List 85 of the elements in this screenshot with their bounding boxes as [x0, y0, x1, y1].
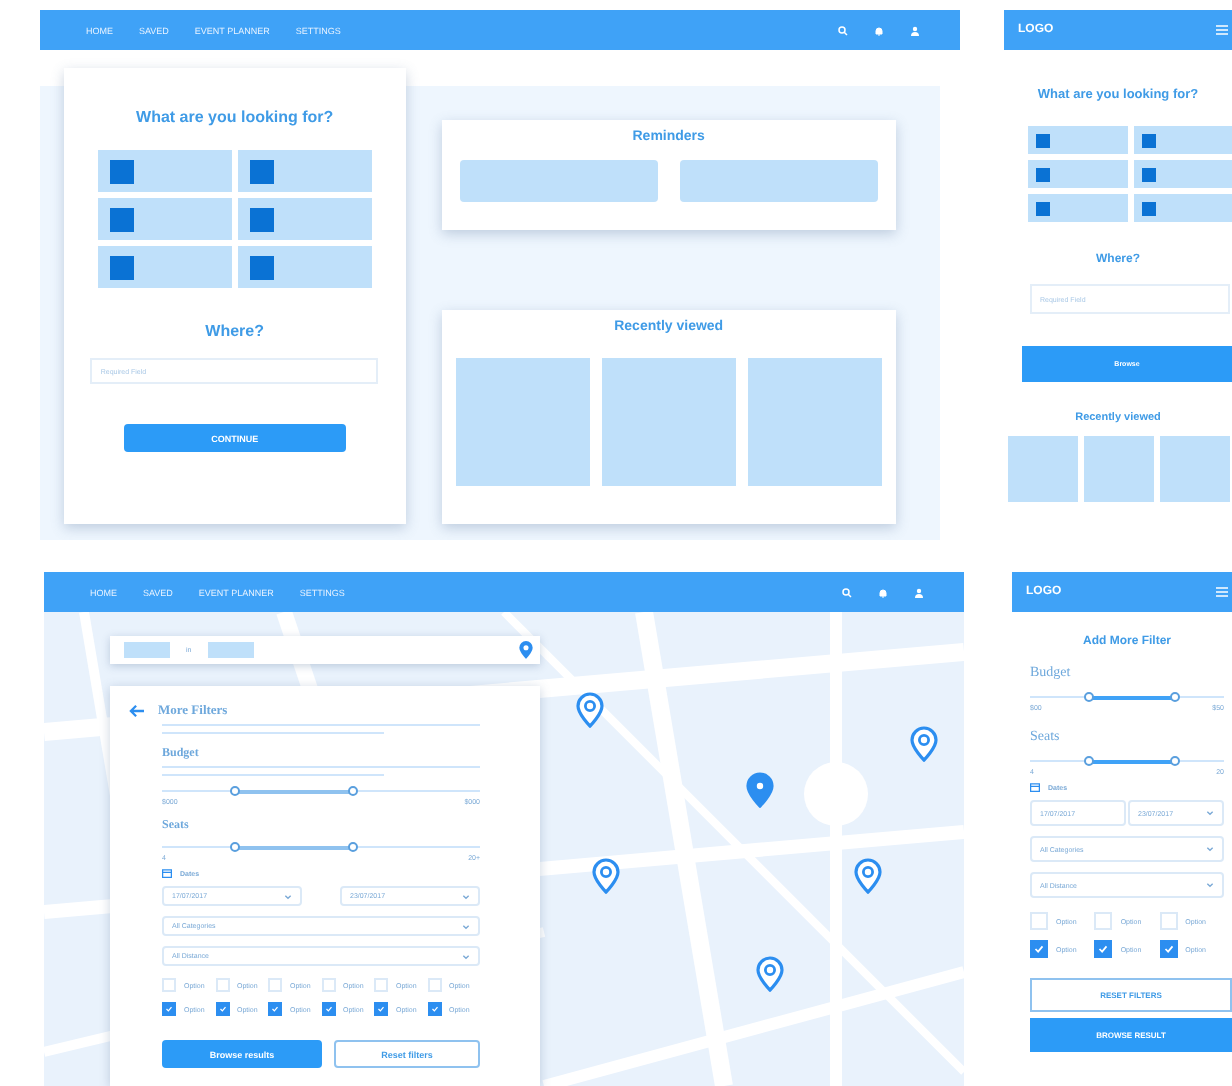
square-icon — [1035, 133, 1049, 147]
check-icon — [164, 1004, 174, 1014]
bell-icon[interactable] — [878, 587, 888, 597]
back-arrow-icon[interactable] — [128, 704, 146, 718]
caret-icon — [462, 923, 470, 929]
thumbnail-placeholder[interactable] — [1083, 436, 1153, 502]
calendar-icon — [1030, 782, 1040, 792]
slider-thumb[interactable] — [230, 786, 241, 796]
card-title: What are you looking for? — [136, 108, 334, 126]
caret-icon — [462, 893, 470, 899]
thumbnail-placeholder[interactable] — [1007, 436, 1077, 502]
check-icon — [323, 1004, 333, 1014]
caret-icon — [1206, 846, 1214, 852]
category-tile[interactable] — [1133, 126, 1232, 154]
square-icon — [249, 207, 274, 231]
thumbnail-placeholder[interactable] — [1159, 436, 1229, 502]
check-icon — [1032, 942, 1046, 956]
square-icon — [249, 159, 274, 183]
map-pin-icon[interactable] — [592, 858, 620, 894]
category-tile[interactable] — [237, 150, 372, 192]
slider-thumb[interactable] — [1170, 692, 1181, 702]
thumbnail-placeholder[interactable] — [601, 358, 736, 486]
checkbox[interactable] — [1030, 940, 1048, 958]
category-tile[interactable] — [97, 198, 232, 240]
user-icon[interactable] — [914, 587, 924, 597]
checkbox[interactable] — [374, 1002, 388, 1016]
user-icon[interactable] — [910, 25, 920, 35]
check-icon — [429, 1004, 439, 1014]
search-icon[interactable] — [838, 25, 848, 35]
caret-icon — [284, 893, 292, 899]
caret-icon — [462, 953, 470, 959]
slider-thumb[interactable] — [1170, 756, 1181, 766]
menu-icon[interactable] — [1216, 24, 1228, 36]
slider-thumb[interactable] — [1083, 692, 1094, 702]
slider-thumb[interactable] — [230, 842, 241, 852]
category-tile[interactable] — [1027, 194, 1127, 222]
category-tile[interactable] — [1027, 160, 1127, 188]
category-tile[interactable] — [97, 246, 232, 288]
caret-icon — [1206, 882, 1214, 888]
category-tile[interactable] — [1027, 126, 1127, 154]
category-tile[interactable] — [97, 150, 232, 192]
square-icon — [1035, 167, 1049, 181]
thumbnail-placeholder[interactable] — [455, 358, 590, 486]
square-icon — [1141, 201, 1155, 215]
search-icon[interactable] — [842, 587, 852, 597]
map-pin-icon[interactable] — [576, 692, 604, 728]
check-icon — [376, 1004, 386, 1014]
placeholder-block — [207, 642, 254, 658]
thumbnail-placeholder[interactable] — [747, 358, 882, 486]
checkbox[interactable] — [1094, 940, 1113, 958]
card-title: Where? — [205, 322, 265, 340]
check-icon — [1161, 942, 1176, 956]
checkbox[interactable] — [268, 1002, 282, 1016]
map-pin-icon[interactable] — [910, 726, 938, 762]
checkbox[interactable] — [427, 1002, 441, 1016]
map-pin-icon[interactable] — [746, 772, 774, 808]
map-pin-icon[interactable] — [854, 858, 882, 894]
category-tile[interactable] — [1133, 194, 1232, 222]
checkbox[interactable] — [321, 1002, 335, 1016]
map-pin-icon[interactable] — [756, 956, 784, 992]
slider-thumb[interactable] — [347, 842, 358, 852]
slider-thumb[interactable] — [347, 786, 358, 796]
category-tile[interactable] — [237, 246, 372, 288]
location-pin-icon[interactable] — [518, 640, 534, 660]
square-icon — [1035, 201, 1049, 215]
square-icon — [249, 255, 274, 279]
check-icon — [270, 1004, 280, 1014]
caret-icon — [1206, 810, 1214, 816]
checkbox[interactable] — [215, 1002, 229, 1016]
square-icon — [109, 159, 134, 183]
checkbox[interactable] — [1159, 940, 1178, 958]
check-icon — [1096, 942, 1111, 956]
slider-thumb[interactable] — [1083, 756, 1094, 766]
square-icon — [109, 255, 134, 279]
menu-icon[interactable] — [1216, 586, 1228, 598]
category-tile[interactable] — [1133, 160, 1232, 188]
square-icon — [1141, 167, 1155, 181]
checkbox[interactable] — [162, 1002, 176, 1016]
placeholder-block — [124, 642, 170, 658]
square-icon — [1141, 133, 1155, 147]
category-tile[interactable] — [237, 198, 372, 240]
calendar-icon — [162, 868, 172, 878]
check-icon — [217, 1004, 227, 1014]
square-icon — [109, 207, 134, 231]
bell-icon[interactable] — [874, 25, 884, 35]
